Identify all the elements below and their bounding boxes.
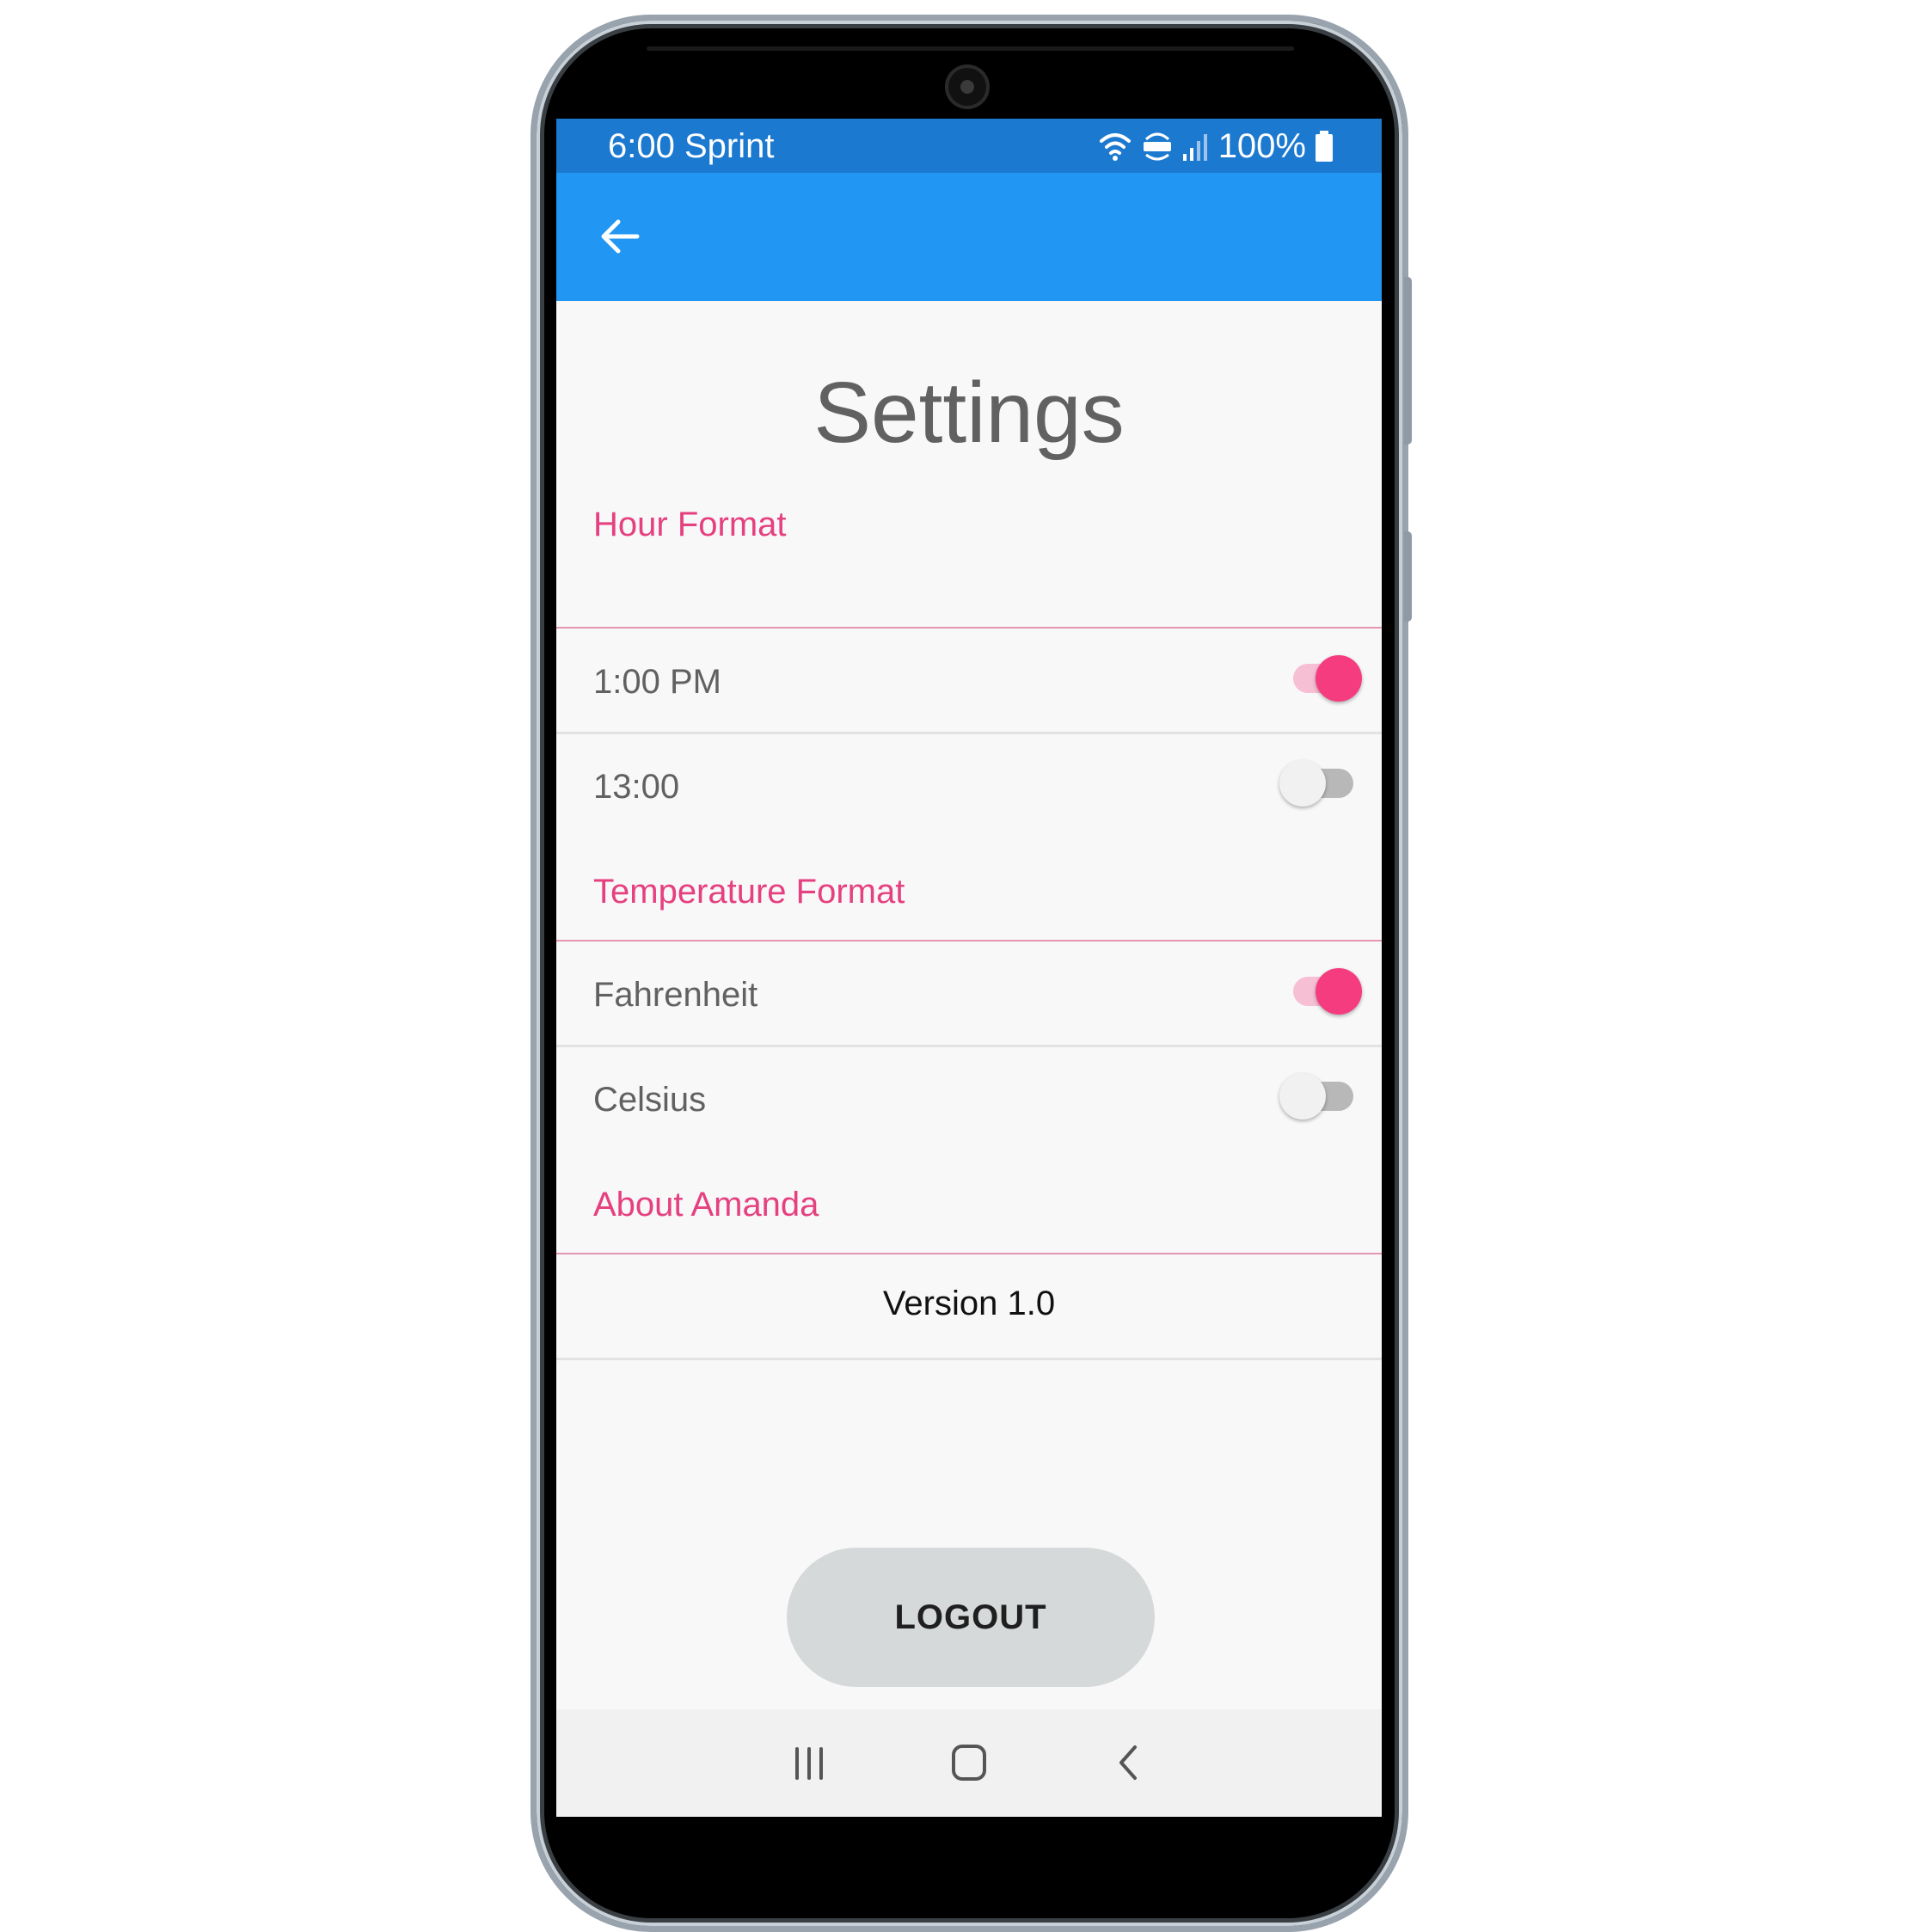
option-label-fahrenheit: Fahrenheit xyxy=(593,976,758,1014)
toggle-knob xyxy=(1279,1073,1326,1119)
recents-icon[interactable] xyxy=(775,1728,843,1797)
logout-button[interactable]: LOGOUT xyxy=(787,1548,1155,1687)
section-header-about: About Amanda xyxy=(593,1186,819,1224)
signal-icon xyxy=(1182,134,1207,161)
toggle-celsius[interactable] xyxy=(1279,1070,1365,1121)
page: 6:00 Sprint 100% Settings Hour Format 1:… xyxy=(0,0,1932,1932)
screen: 6:00 Sprint 100% Settings Hour Format 1:… xyxy=(556,119,1382,1817)
speaker-grille xyxy=(647,46,1294,51)
chevron-left-icon[interactable] xyxy=(1095,1728,1163,1797)
app-bar xyxy=(556,173,1382,301)
row-divider xyxy=(556,732,1382,734)
toggle-knob xyxy=(1316,655,1362,702)
section-divider xyxy=(556,1253,1382,1254)
battery-percent: 100% xyxy=(1217,127,1306,165)
toggle-12-hour[interactable] xyxy=(1279,652,1365,703)
system-nav-bar xyxy=(556,1709,1382,1817)
home-icon[interactable] xyxy=(935,1728,1003,1797)
page-title: Settings xyxy=(813,365,1125,461)
version-text: Version 1.0 xyxy=(882,1285,1056,1322)
row-divider xyxy=(556,1358,1382,1360)
front-camera xyxy=(945,64,990,109)
volume-button xyxy=(1404,277,1412,445)
wifi-icon xyxy=(1099,133,1131,161)
section-header-hour-format: Hour Format xyxy=(593,506,787,543)
option-label-24-hour: 13:00 xyxy=(593,768,680,806)
toggle-24-hour[interactable] xyxy=(1279,757,1365,808)
section-divider xyxy=(556,940,1382,941)
status-time-carrier: 6:00 Sprint xyxy=(608,127,775,165)
status-icons: 100% xyxy=(1098,127,1334,165)
option-label-celsius: Celsius xyxy=(593,1081,707,1119)
battery-icon xyxy=(1316,131,1333,162)
volte-icon xyxy=(1143,132,1171,161)
section-header-temperature-format: Temperature Format xyxy=(593,873,905,911)
row-divider xyxy=(556,1045,1382,1047)
section-divider xyxy=(556,627,1382,629)
status-bar: 6:00 Sprint 100% xyxy=(556,119,1382,173)
back-arrow-icon[interactable] xyxy=(592,209,647,264)
toggle-knob xyxy=(1316,968,1362,1015)
toggle-knob xyxy=(1279,760,1326,807)
power-button xyxy=(1404,531,1412,622)
toggle-fahrenheit[interactable] xyxy=(1279,965,1365,1016)
option-label-12-hour: 1:00 PM xyxy=(593,663,721,701)
